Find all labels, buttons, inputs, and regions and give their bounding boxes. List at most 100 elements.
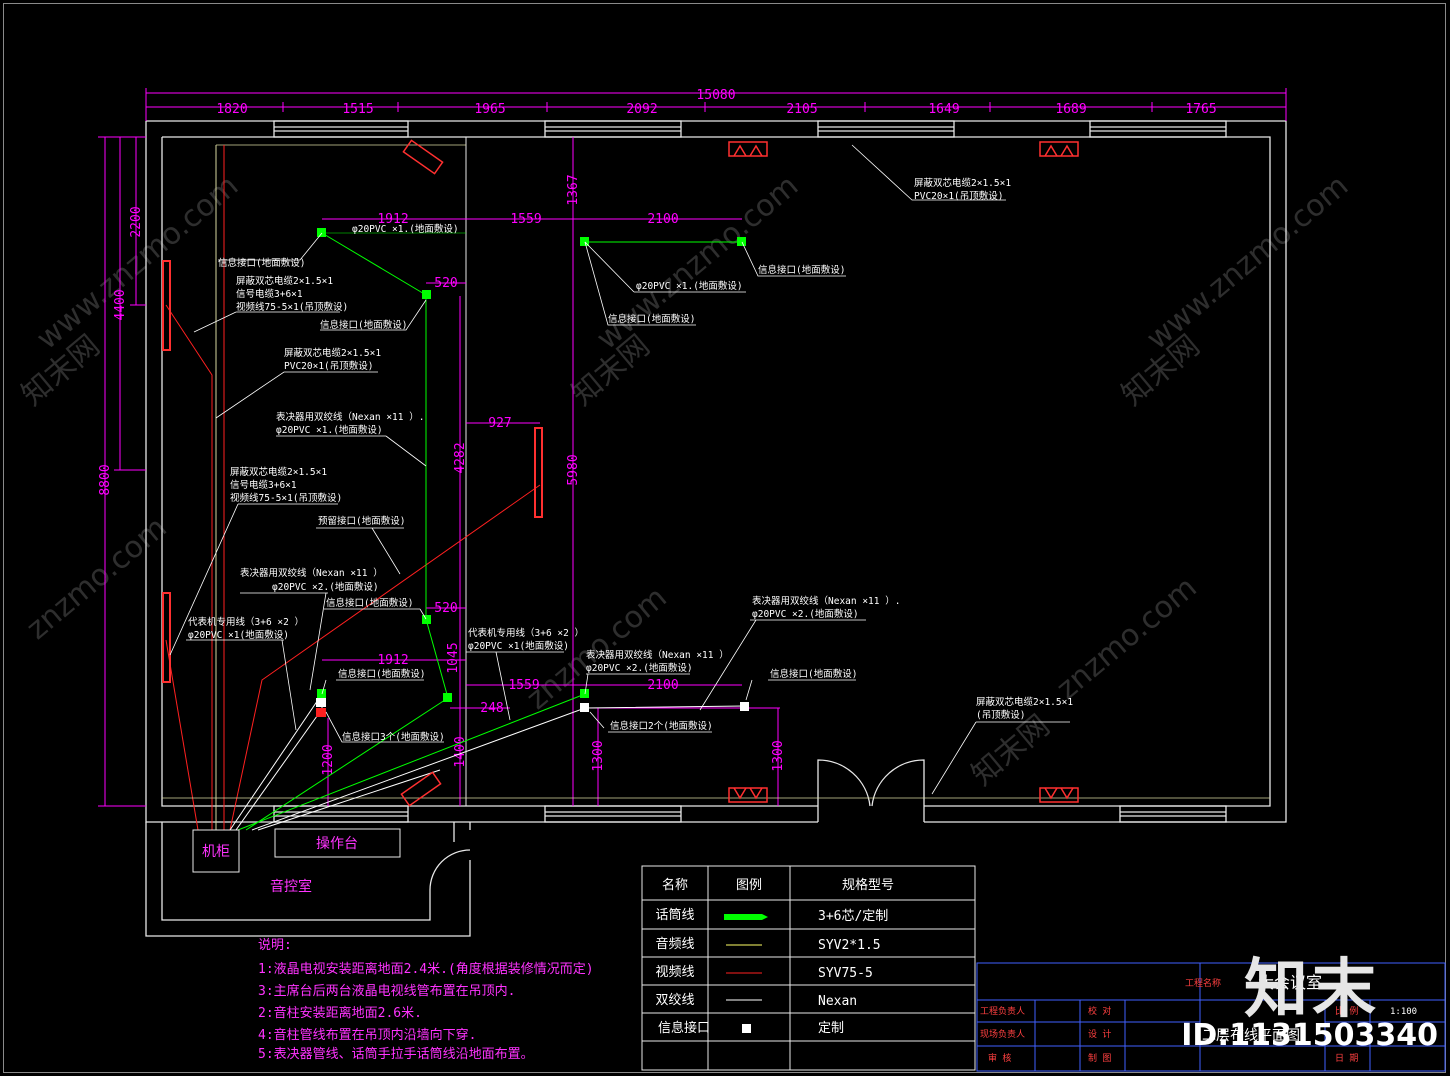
dim-left: 8800	[98, 464, 113, 495]
mic-line-symbol	[724, 914, 768, 920]
tb-mid: 校 对	[1088, 1005, 1111, 1017]
annotation: 信息接口(地面敷设)	[758, 264, 845, 276]
info-port-icon	[422, 615, 431, 624]
note-item: 1:液晶电视安装距离地面2.4米.(角度根据装修情况而定)	[258, 961, 594, 977]
lcd-tv	[534, 427, 543, 518]
dim-lower: 1300	[771, 740, 786, 771]
annotations: 屏蔽双芯电缆2×1.5×1 PVC20×1(吊顶敷设) φ20PVC ×1.(地…	[188, 177, 1073, 743]
annotation: 屏蔽双芯电缆2×1.5×1	[976, 696, 1073, 708]
annotation: φ20PVC ×1(地面敷设)	[468, 640, 569, 652]
annotation: 表决器用双绞线（Nexan ×11 ）	[240, 567, 383, 579]
info-port-icon	[740, 702, 749, 711]
devices	[162, 139, 1079, 873]
annotation: φ20PVC ×1.(地面敷设)	[276, 424, 383, 436]
annotation: φ20PVC ×1.(地面敷设)	[636, 280, 743, 292]
legend-name: 信息接口	[658, 1020, 710, 1036]
annotation: 屏蔽双芯电缆2×1.5×1	[914, 177, 1011, 189]
walls	[145, 120, 1287, 937]
legend-spec: SYV75-5	[818, 966, 873, 981]
tb-left: 现场负责人	[980, 1028, 1025, 1040]
project-label: 工程名称	[1185, 977, 1221, 989]
annotation: PVC20×1(吊顶敷设)	[914, 190, 1003, 202]
legend-header: 规格型号	[842, 877, 894, 893]
dim-lower: 1559	[508, 678, 539, 693]
note-item: 2:音柱安装距离地面2.6米.	[258, 1005, 422, 1021]
info-port-icon	[316, 708, 326, 717]
tb-left: 工程负责人	[980, 1005, 1025, 1017]
annotation: 信息接口(地面敷设)	[608, 313, 695, 325]
dim-lower: 1300	[591, 740, 606, 771]
annotation: 预留接口(地面敷设)	[318, 515, 405, 527]
legend-name: 视频线	[655, 965, 694, 980]
dim-upper: 1559	[510, 212, 541, 227]
annotation: 信息接口(地面敷设)	[338, 668, 425, 680]
dim-top: 1820	[216, 102, 247, 117]
dimension-lines	[98, 88, 1287, 807]
info-port-symbol	[742, 1024, 751, 1033]
annotation: 信息接口(地面敷设)	[326, 597, 413, 609]
annotation: 视频线75-5×1(吊顶敷设)	[236, 301, 348, 313]
dim-lower: 1200	[321, 744, 336, 775]
info-port-icon	[317, 228, 326, 237]
dim-total: 15080	[696, 88, 735, 103]
dim-upper: 1367	[566, 174, 581, 205]
annotation: 信息接口(地面敷设)	[218, 257, 305, 269]
dim-lower: 520	[434, 601, 457, 616]
info-port-icon	[316, 698, 326, 707]
annotation: 表决器用双绞线（Nexan ×11 ）	[586, 649, 729, 661]
control-room-label: 音控室	[270, 878, 312, 895]
legend-spec: SYV2*1.5	[818, 938, 881, 953]
annotation: 视频线75-5×1(吊顶敷设)	[230, 492, 342, 504]
dim-top: 1649	[928, 102, 959, 117]
dim-lower: 2100	[647, 678, 678, 693]
annotation: 表决器用双绞线（Nexan ×11 ）.	[276, 411, 424, 423]
dim-top: 1765	[1185, 102, 1216, 117]
legend-table: 名称 图例 规格型号 话筒线 音频线 视频线 双绞线 信息接口 3+6芯/定制 …	[641, 865, 976, 1071]
annotation: 屏蔽双芯电缆2×1.5×1	[236, 275, 333, 287]
annotation: φ20PVC ×2.(地面敷设)	[272, 581, 379, 593]
dim-lower: 248	[480, 701, 503, 716]
watermark-logo: 知末	[1244, 953, 1380, 1027]
dim-upper: 2100	[647, 212, 678, 227]
note-item: 4:音柱管线布置在吊顶内沿墙向下穿.	[258, 1027, 476, 1043]
legend-spec: 定制	[818, 1021, 844, 1036]
console-label: 操作台	[316, 836, 358, 852]
annotation: φ20PVC ×1.(地面敷设)	[352, 223, 459, 235]
notes: 说明: 1:液晶电视安装距离地面2.4米.(角度根据装修情况而定) 3:主席台后…	[258, 938, 594, 1062]
annotation: (吊顶敷设)	[976, 709, 1025, 721]
dim-top: 2092	[626, 102, 657, 117]
annotation: 表决器用双绞线（Nexan ×11 ）.	[752, 595, 900, 607]
tb-mid: 设 计	[1088, 1028, 1111, 1040]
annotation: PVC20×1(吊顶敷设)	[284, 360, 373, 372]
scale-value: 1:100	[1390, 1007, 1417, 1017]
info-port-icon	[737, 237, 746, 246]
dim-top: 2105	[786, 102, 817, 117]
legend-name: 双绞线	[655, 992, 694, 1008]
info-port-icon	[580, 689, 589, 698]
annotation: 信息接口(地面敷设)	[320, 319, 407, 331]
note-item: 5:表决器管线、话筒手拉手话筒线沿地面布置。	[258, 1046, 534, 1062]
room-labels: 机柜 操作台 音控室	[202, 836, 358, 895]
dim-left: 4400	[113, 289, 128, 320]
dim-middle: 4282	[453, 442, 468, 473]
annotation: φ20PVC ×2.(地面敷设)	[752, 608, 859, 620]
speaker-icon	[400, 771, 442, 807]
dim-top: 1965	[474, 102, 505, 117]
tb-mid: 制 图	[1088, 1052, 1111, 1064]
annotation: 代表机专用线（3+6 ×2 ）	[468, 627, 584, 639]
cabinet-label: 机柜	[202, 844, 230, 860]
legend-name: 音频线	[655, 936, 694, 952]
dim-middle: 927	[488, 416, 511, 431]
annotation: 屏蔽双芯电缆2×1.5×1	[230, 466, 327, 478]
tb-left: 审 核	[988, 1052, 1011, 1064]
dim-top: 1689	[1055, 102, 1086, 117]
annotation: φ20PVC ×2.(地面敷设)	[586, 662, 693, 674]
annotation: φ20PVC ×1(地面敷设)	[188, 629, 289, 641]
floor-plan-drawing: 15080 1820 1515 1965 2092 2105 1649 1689…	[98, 88, 1446, 1072]
annotation: 屏蔽双芯电缆2×1.5×1	[284, 347, 381, 359]
annotation: 信号电缆3+6×1	[230, 479, 297, 491]
info-port-icon	[443, 693, 452, 702]
info-port-icon	[317, 689, 326, 698]
annotation: 代表机专用线（3+6 ×2 ）	[188, 616, 304, 628]
dim-upper: 520	[434, 276, 457, 291]
